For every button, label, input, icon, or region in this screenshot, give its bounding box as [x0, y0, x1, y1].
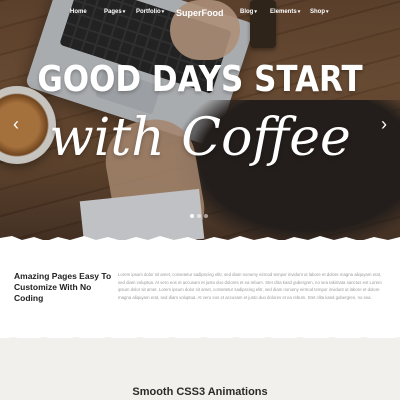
chevron-down-icon: ▾ — [161, 9, 165, 15]
nav-label-elements: Elements — [270, 9, 297, 15]
nav-item-home[interactable]: Home — [70, 9, 87, 15]
slider-pagination — [190, 214, 212, 220]
nav-label-blog: Blog — [240, 9, 254, 15]
site-logo[interactable]: SuperFood — [176, 8, 224, 18]
slider-dot-3[interactable] — [204, 214, 208, 218]
section-heading: Smooth CSS3 Animations — [132, 386, 268, 398]
nav-label-home: Home — [70, 9, 87, 15]
nav-item-pages[interactable]: Pages▾ — [104, 9, 125, 15]
nav-item-elements[interactable]: Elements▾ — [270, 9, 300, 15]
slider-next-arrow-icon[interactable]: › — [376, 112, 392, 136]
hero-slider: Home Pages▾ Portfolio▾ SuperFood Blog▾ E… — [0, 0, 400, 240]
feature-body-text: Lorem ipsum dolor sit amet, consetetur s… — [118, 272, 382, 301]
slider-dot-1[interactable] — [190, 214, 194, 218]
main-nav: Home Pages▾ Portfolio▾ SuperFood Blog▾ E… — [0, 6, 400, 20]
hero-headline-line1: GOOD DAYS START — [37, 59, 363, 100]
nav-item-portfolio[interactable]: Portfolio▾ — [136, 9, 164, 15]
hero-headline-line2: with Coffee — [49, 108, 351, 168]
feature-title: Amazing Pages Easy To Customize With No … — [14, 271, 112, 303]
torn-paper-edge — [0, 236, 400, 246]
chevron-down-icon: ▾ — [326, 9, 329, 15]
nav-item-shop[interactable]: Shop▾ — [310, 9, 329, 15]
chevron-down-icon: ▾ — [122, 9, 126, 15]
chevron-down-icon: ▾ — [254, 9, 257, 15]
slider-prev-arrow-icon[interactable]: ‹ — [8, 112, 24, 136]
nav-label-portfolio: Portfolio — [136, 9, 161, 15]
chevron-down-icon: ▾ — [297, 9, 301, 15]
nav-label-pages: Pages — [104, 9, 122, 15]
nav-item-blog[interactable]: Blog▾ — [240, 9, 257, 15]
slider-dot-2[interactable] — [197, 214, 201, 218]
nav-label-shop: Shop — [310, 9, 325, 15]
